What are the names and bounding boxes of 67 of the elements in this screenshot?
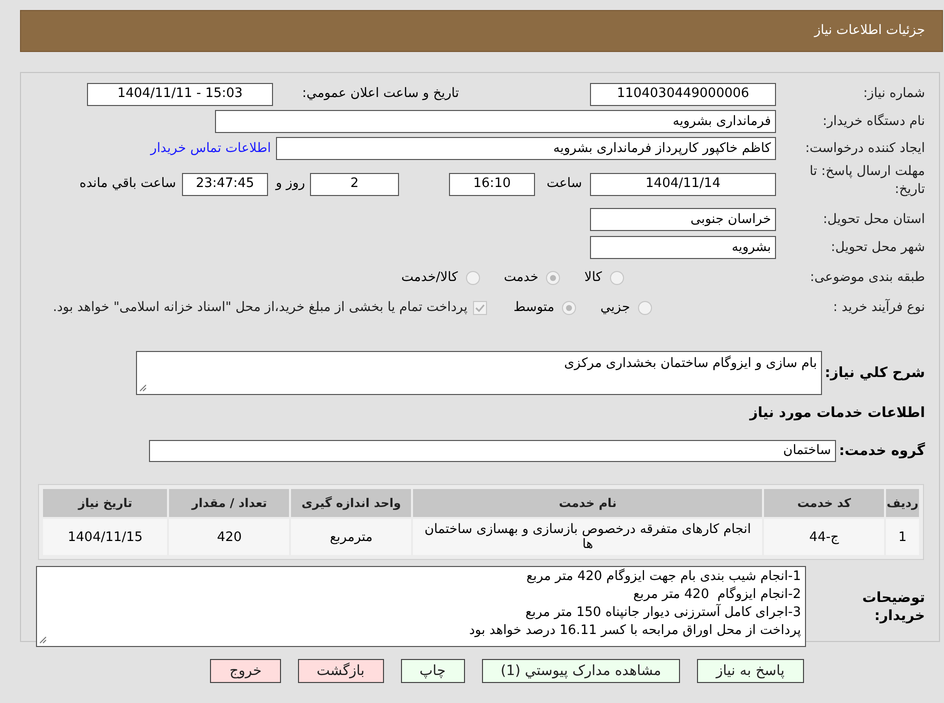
field-label: تاریخ و ساعت اعلان عمومي: [301, 85, 459, 104]
action-button[interactable]: خروج [210, 659, 281, 683]
field-label: مهلت ارسال پاسخ: تا تاریخ: [808, 163, 925, 199]
field-label: شرح كلي نیاز: [824, 364, 925, 380]
table-cell: ج-44 [764, 519, 884, 555]
column-header: تعداد / مقدار [169, 489, 290, 517]
field-label: طبقه بندی موضوعی: [810, 270, 925, 285]
field-label: ایجاد کننده درخواست: [805, 140, 925, 156]
field-label: پرداخت تمام یا بخشی از مبلغ خرید،از محل "اسناد خزانه اسلامی" خواهد بود. [52, 298, 468, 317]
field-label: روز و [274, 175, 305, 194]
field-label: توضیحات خریدار: [861, 588, 925, 624]
table-cell: 1 [886, 519, 919, 555]
table-cell: مترمربع [291, 519, 412, 555]
table-cell: انجام کارهای متفرقه درخصوص بازسازی و بهسازی ساختمان ها [413, 519, 762, 555]
text-line: 2-انجام ایزوگام 420 متر مربع [632, 586, 801, 604]
field-label: کالا [584, 268, 602, 287]
text-field[interactable]: 2 [310, 172, 399, 196]
action-button[interactable]: مشاهده مدارک پیوستي (1) [482, 659, 680, 683]
field-label: گروه خدمت: [839, 442, 925, 458]
radio-button[interactable] [610, 270, 624, 284]
field-label: ساعت باقي مانده [80, 175, 176, 194]
text-field[interactable]: ساختمان [149, 440, 836, 462]
table-cell: 1404/11/15 [43, 519, 168, 555]
column-header: نام خدمت [413, 489, 762, 517]
text-field[interactable]: 1404/11/11 - 15:03 [87, 82, 273, 106]
field-label: استان محل تحویل: [823, 212, 925, 227]
field-label: کالا/خدمت [401, 268, 458, 287]
page-title: جزئیات اطلاعات نیاز [814, 22, 925, 40]
contact-link[interactable]: اطلاعات تماس خریدار [150, 138, 271, 158]
resize-grip-icon[interactable] [139, 384, 147, 392]
field-label: متوسط [513, 298, 554, 317]
text-line: 3-اجرای کامل آسترزنی دیوار جانپناه 150 متر مربع [524, 604, 801, 622]
action-button[interactable]: چاپ [400, 659, 465, 683]
text-field[interactable]: کاظم خاکپور کارپرداز فرمانداری بشرویه [276, 137, 776, 160]
action-button[interactable]: بازگشت [298, 659, 384, 683]
text-field[interactable]: فرمانداری بشرویه [215, 110, 776, 133]
column-header: کد خدمت [764, 489, 884, 517]
text-field[interactable]: 1104030449000006 [590, 82, 776, 106]
field-label: خدمت [504, 268, 538, 287]
table-cell: 420 [169, 519, 290, 555]
field-label: شماره نیاز: [863, 86, 925, 102]
checkbox[interactable] [473, 300, 488, 314]
text-line: پرداخت از محل اوراق مرابحه با کسر 16.11 درصد خواهد بود [468, 622, 801, 640]
text-field[interactable]: 23:47:45 [182, 172, 268, 196]
radio-button[interactable] [466, 270, 480, 284]
section-heading: اطلاعات خدمات مورد نیاز [750, 405, 925, 421]
text-line: 1-انجام شیب بندی بام جهت ایزوگام 420 متر مربع [525, 568, 801, 586]
column-header: ردیف [886, 489, 919, 517]
text-field[interactable]: 1404/11/14 [590, 172, 776, 196]
text-area[interactable]: بام سازی و ایزوگام ساختمان بخشداری مرکزی [136, 351, 822, 395]
radio-button[interactable] [638, 300, 652, 314]
field-label: ساعت [546, 175, 582, 194]
text-field[interactable]: خراسان جنوبی [590, 208, 776, 231]
field-label: نام دستگاه خریدار: [822, 114, 925, 129]
text-field[interactable]: 16:10 [449, 172, 535, 196]
action-button[interactable]: پاسخ به نیاز [697, 659, 804, 683]
field-label: جزيي [600, 298, 630, 317]
radio-button[interactable] [546, 270, 560, 284]
text-area[interactable]: 1-انجام شیب بندی بام جهت ایزوگام 420 متر مربع 2-انجام ایزوگام 420 متر مربع 3-اجرای کامل آسترزنی دیوار جانپناه 150 متر مربع پرداخت از محل اوراق مرابحه با کسر 16.11 درصد خواهد بود [36, 566, 806, 647]
text-field[interactable]: بشرویه [590, 236, 776, 259]
radio-button[interactable] [562, 300, 576, 314]
column-header: تاریخ نیاز [43, 489, 168, 517]
column-header: واحد اندازه گیری [291, 489, 412, 517]
resize-grip-icon[interactable] [39, 636, 47, 644]
field-label: نوع فرآیند خرید : [833, 300, 925, 315]
summary-text: بام سازی و ایزوگام ساختمان بخشداری مرکزی [564, 356, 817, 371]
field-label: شهر محل تحویل: [830, 240, 925, 255]
